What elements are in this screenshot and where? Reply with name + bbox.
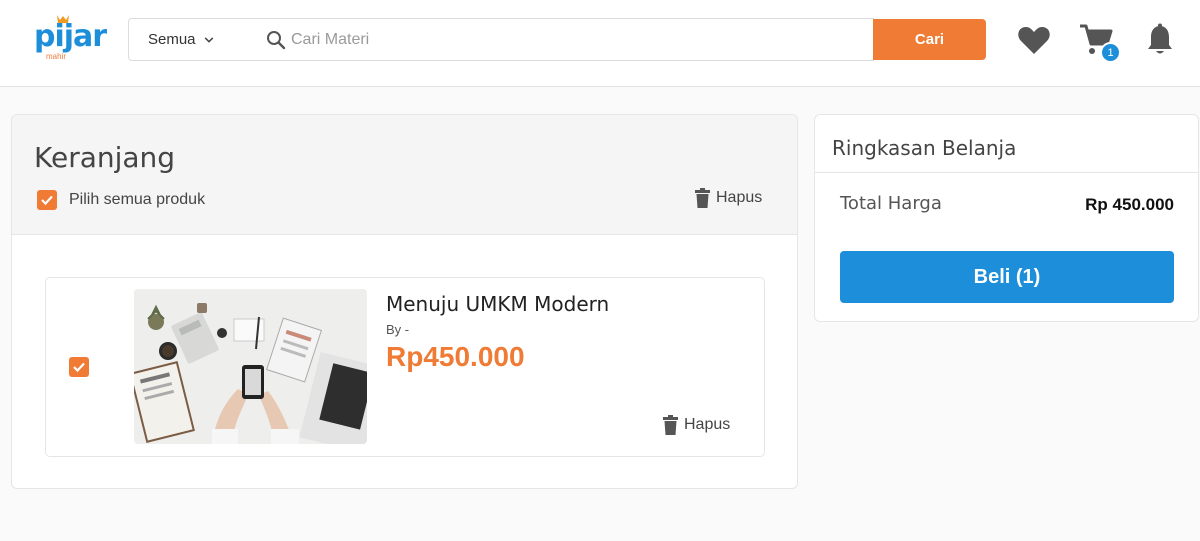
delete-all-label: Hapus [716, 189, 763, 206]
delete-all-button[interactable]: Hapus [695, 188, 762, 208]
item-title[interactable]: Menuju UMKM Modern [386, 292, 609, 316]
checkmark-icon [73, 362, 85, 373]
item-delete-button[interactable]: Hapus [663, 415, 730, 435]
logo-subtext: mahir [46, 52, 67, 61]
category-dropdown[interactable]: Semua [128, 18, 242, 61]
category-label: Semua [148, 31, 196, 48]
search-icon [267, 30, 286, 49]
trash-icon [695, 188, 710, 208]
cart-header: Keranjang Pilih semua produk Hapus [12, 115, 797, 235]
item-author: By - [386, 322, 410, 337]
notification-bell-icon[interactable] [1146, 23, 1174, 57]
office-desk-image [134, 289, 367, 444]
search-box [241, 18, 874, 61]
search-button[interactable]: Cari [873, 19, 986, 60]
item-checkbox[interactable] [69, 357, 89, 377]
summary-divider [815, 172, 1198, 173]
cart-count-badge: 1 [1100, 42, 1121, 63]
search-input[interactable] [291, 30, 851, 49]
trash-icon [663, 415, 678, 435]
checkmark-icon [41, 195, 53, 206]
summary-title: Ringkasan Belanja [832, 136, 1017, 160]
item-thumbnail[interactable] [134, 289, 367, 444]
cart-panel: Keranjang Pilih semua produk Hapus Menuj… [11, 114, 798, 489]
item-price: Rp450.000 [386, 341, 525, 372]
pijar-logo[interactable]: pijar mahir [34, 14, 114, 64]
cart-title: Keranjang [34, 141, 176, 174]
order-summary-panel: Ringkasan Belanja Total Harga Rp 450.000… [814, 114, 1199, 322]
item-delete-label: Hapus [684, 416, 731, 433]
total-price-value: Rp 450.000 [1085, 195, 1174, 214]
top-header: pijar mahir Semua Cari 1 [0, 0, 1200, 87]
logo-text: pijar [34, 19, 107, 54]
total-price-label: Total Harga [840, 193, 942, 214]
select-all-checkbox[interactable] [37, 190, 57, 210]
buy-button[interactable]: Beli (1) [840, 251, 1174, 303]
select-all-label: Pilih semua produk [69, 191, 206, 208]
wishlist-heart-icon[interactable] [1017, 24, 1051, 56]
chevron-down-icon [204, 36, 213, 43]
cart-item: Menuju UMKM Modern By - Rp450.000 Hapus [45, 277, 765, 457]
